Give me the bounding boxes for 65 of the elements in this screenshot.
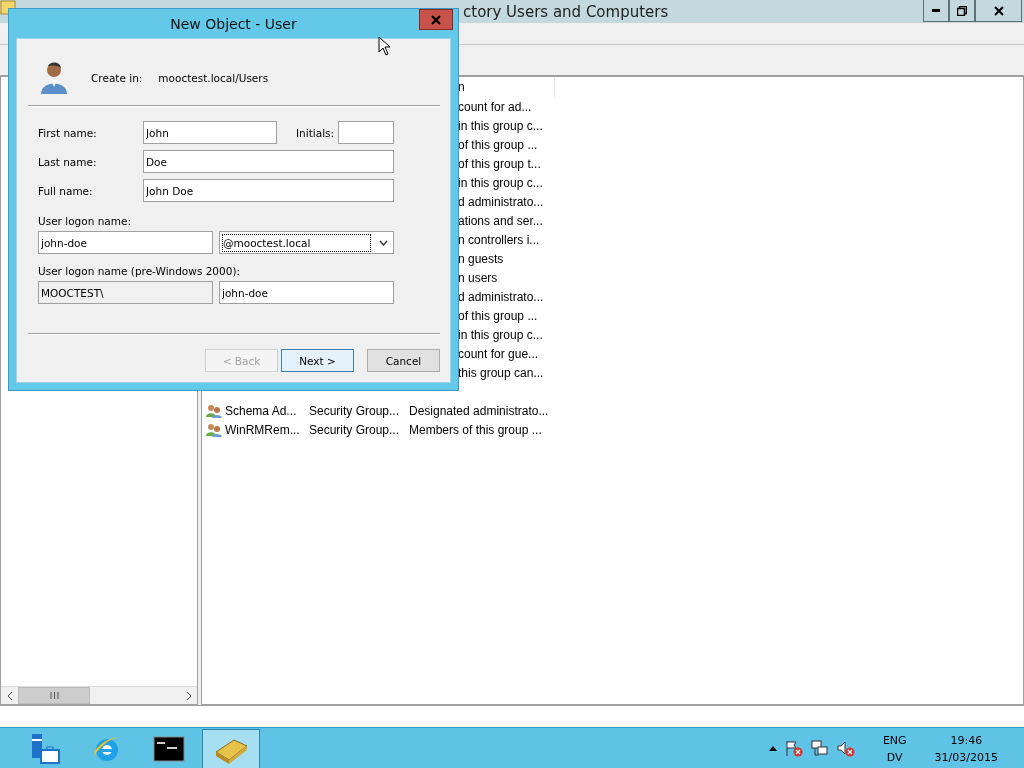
close-icon [431, 14, 441, 25]
domain-dropdown[interactable]: @mooctest.local [219, 231, 394, 254]
logon-name-field[interactable]: john-doe [38, 231, 213, 254]
table-cell: d administrato... [458, 289, 544, 304]
field-label: First name: [38, 126, 98, 139]
initials-field[interactable] [338, 121, 394, 144]
dialog-button[interactable]: Cancel [367, 349, 440, 372]
chevron-right-icon [185, 691, 192, 700]
speaker-muted-icon[interactable] [836, 740, 855, 757]
table-cell[interactable]: Schema Ad... [225, 403, 309, 418]
dialog-title: New Object - User [170, 15, 297, 32]
window-title: ctory Users and Computers [463, 2, 669, 21]
table-cell: in this group c... [458, 327, 543, 342]
table-cell: Designated administrato... [409, 403, 549, 418]
group-icon [206, 422, 222, 437]
table-cell: count for ad... [458, 99, 532, 114]
show-hidden-icons-icon[interactable] [768, 746, 777, 751]
table-cell: n guests [458, 251, 504, 266]
close-button[interactable] [975, 0, 1022, 22]
table-cell: n users [458, 270, 498, 285]
flag-warning-icon[interactable] [784, 740, 803, 757]
field-label: User logon name (pre-Windows 2000): [38, 265, 242, 277]
table-cell: d administrato... [458, 194, 544, 209]
table-cell-text: Security Group... [309, 422, 401, 437]
table-cell: of this group ... [458, 308, 538, 323]
field-label: Full name: [38, 184, 94, 197]
table-cell: ations and ser... [458, 213, 543, 228]
table-cell: of this group ... [458, 137, 538, 152]
table-cell: count for gue... [458, 346, 539, 361]
table-cell: this group can... [458, 365, 544, 380]
minimize-button[interactable] [923, 0, 949, 22]
horizontal-scrollbar[interactable] [1, 686, 197, 704]
domain-prefix-field[interactable]: MOOCTEST\ [38, 281, 213, 304]
restore-button[interactable] [949, 0, 975, 22]
field-label: Initials: [296, 126, 336, 139]
first-name-field[interactable]: John [143, 121, 277, 144]
last-name-field[interactable]: Doe [143, 150, 394, 173]
field-label: Last name: [38, 155, 98, 168]
scroll-thumb[interactable] [18, 687, 90, 704]
close-icon [993, 5, 1004, 16]
minimize-icon [932, 9, 940, 12]
server-manager-icon [29, 732, 61, 765]
table-cell: in this group c... [458, 175, 543, 190]
field-label: User logon name: [38, 215, 132, 227]
language-indicator[interactable]: ENG DV [876, 733, 913, 764]
pre-2000-logon-field[interactable]: john-doe [219, 281, 394, 304]
command-prompt-icon [153, 735, 185, 762]
table-cell: in this group c... [458, 118, 543, 133]
create-in-label: Create in: [91, 72, 143, 84]
container-path: mooctest.local/Users [158, 72, 269, 84]
clock[interactable]: 19:46 31/03/2015 [928, 733, 1004, 764]
restore-icon [957, 5, 967, 16]
table-cell: n controllers i... [458, 232, 540, 247]
table-cell: Members of this group ... [409, 422, 542, 437]
user-icon [40, 61, 68, 95]
mouse-pointer-icon [378, 36, 391, 56]
full-name-field[interactable]: John Doe [143, 179, 394, 202]
network-icon[interactable] [810, 740, 829, 757]
dialog-button[interactable]: Next > [281, 349, 354, 372]
chevron-left-icon [6, 691, 13, 700]
table-cell[interactable]: WinRMRem... [225, 422, 309, 437]
table-cell: of this group t... [458, 156, 541, 171]
group-icon [206, 403, 222, 418]
table-cell-text: Security Group... [309, 403, 401, 418]
chevron-down-icon [379, 239, 388, 246]
